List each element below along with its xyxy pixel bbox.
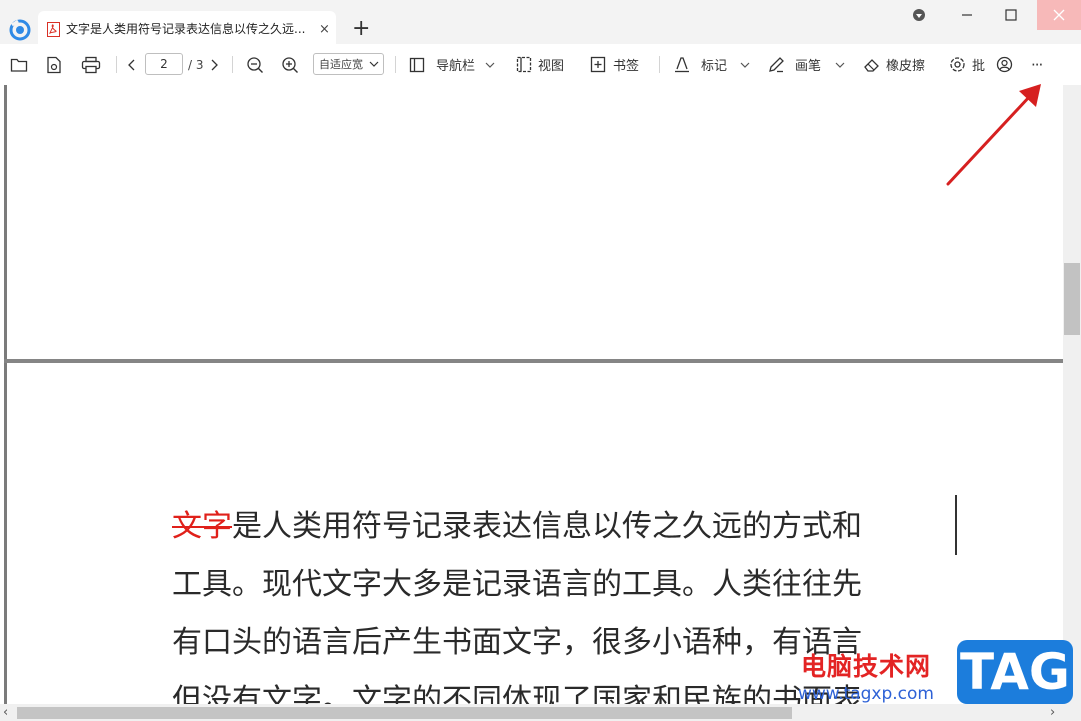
vertical-scroll-thumb[interactable] (1064, 263, 1080, 335)
maximize-button[interactable] (996, 0, 1026, 30)
chevron-right-icon (211, 59, 218, 70)
save-file-icon (47, 56, 61, 73)
zoom-out-icon (247, 56, 263, 73)
pdf-file-icon (47, 22, 60, 37)
toolbar-divider (116, 56, 117, 73)
toolbar-divider (659, 56, 660, 73)
watermark-site-name: 电脑技术网 (801, 652, 932, 681)
zoom-in-button[interactable] (281, 44, 299, 85)
save-button[interactable] (46, 44, 62, 85)
pen-label: 画笔 (795, 59, 822, 74)
toolbar-divider (232, 56, 233, 73)
toolbar-divider (395, 56, 396, 73)
text-cursor (955, 495, 957, 555)
paragraph-line[interactable]: 有口头的语言后产生书面文字，很多小语种，有语言 (172, 628, 862, 658)
account-button[interactable] (996, 44, 1013, 85)
document-view[interactable]: 文字是人类用符号记录表达信息以传之久远的方式和 工具。现代文字大多是记录语言的工… (0, 85, 1063, 704)
document-tab[interactable]: 文字是人类用符号记录表达信息以传之久远... × (38, 11, 336, 47)
bookmark-label: 书签 (613, 59, 640, 74)
eraser-icon (864, 58, 879, 72)
pen-tool-button[interactable]: 画笔 (768, 44, 845, 85)
pen-icon (769, 57, 784, 73)
eraser-tool-button[interactable]: 橡皮擦 (863, 44, 925, 85)
chevron-down-icon (369, 61, 379, 67)
minimize-icon (962, 14, 972, 16)
paragraph-line[interactable]: 文字是人类用符号记录表达信息以传之久远的方式和 (172, 512, 862, 542)
more-options-button[interactable]: ··· (1031, 44, 1043, 85)
highlighter-icon (675, 57, 689, 73)
zoom-mode-value: 自适应宽 (319, 58, 363, 71)
chevron-down-icon (835, 62, 845, 68)
toolbar: / 3 自适应宽 导航栏 (0, 44, 1081, 86)
page-border (4, 85, 7, 704)
tab-close-icon[interactable]: × (319, 23, 330, 36)
maximize-icon (1005, 9, 1017, 21)
nav-panel-label: 导航栏 (436, 59, 476, 74)
app-logo-icon[interactable] (9, 19, 31, 41)
sidebar-panel-icon (409, 57, 425, 72)
gear-icon (950, 57, 965, 72)
page-number-input[interactable] (145, 53, 183, 75)
comment-label: 批 (972, 59, 986, 74)
bookmark-button[interactable]: 书签 (590, 44, 639, 85)
minimize-button[interactable] (952, 0, 982, 30)
scroll-left-arrow-icon[interactable]: ‹ (3, 704, 8, 721)
window-menu-button[interactable] (905, 0, 933, 30)
page-separator (4, 359, 1063, 363)
view-button[interactable]: 视图 (516, 44, 564, 85)
dropdown-circle-icon (913, 9, 925, 21)
nav-panel-button[interactable]: 导航栏 (409, 44, 495, 85)
page-total-label: / 3 (188, 57, 204, 72)
tab-bar: 文字是人类用符号记录表达信息以传之久远... × + (0, 0, 1081, 47)
printer-icon (81, 56, 101, 73)
vertical-scrollbar[interactable] (1063, 85, 1081, 704)
mark-tool-button[interactable]: 标记 (674, 44, 750, 85)
paragraph-line[interactable]: 但没有文字。文字的不同体现了国家和民族的书面表 (172, 686, 862, 705)
zoom-in-icon (282, 56, 298, 73)
watermark-badge-text: TAG (960, 643, 1070, 701)
bookmark-add-icon (590, 56, 606, 73)
close-window-button[interactable] (1037, 0, 1081, 30)
strikethrough-text[interactable]: 文字 (172, 509, 232, 544)
comment-settings-button[interactable]: 批 (949, 44, 985, 85)
user-avatar-icon (996, 56, 1013, 73)
prev-page-button[interactable] (127, 44, 137, 85)
paragraph-text: 是人类用符号记录表达信息以传之久远的方式和 (232, 509, 862, 544)
paragraph-line[interactable]: 工具。现代文字大多是记录语言的工具。人类往往先 (172, 570, 862, 600)
view-page-icon (516, 56, 532, 73)
watermark-url: www.tagxp.com (798, 684, 934, 704)
print-button[interactable] (81, 44, 101, 85)
watermark-badge: TAG (957, 640, 1073, 704)
new-tab-button[interactable]: + (352, 18, 370, 40)
chevron-down-icon (485, 62, 495, 68)
eraser-label: 橡皮擦 (886, 59, 926, 74)
zoom-out-button[interactable] (246, 44, 264, 85)
folder-icon (10, 58, 28, 72)
chevron-down-icon (740, 62, 750, 68)
next-page-button[interactable] (209, 44, 219, 85)
view-label: 视图 (538, 59, 565, 74)
scroll-right-arrow-icon[interactable]: › (1050, 704, 1055, 721)
horizontal-scroll-thumb[interactable] (17, 707, 792, 719)
tab-title: 文字是人类用符号记录表达信息以传之久远... (66, 22, 306, 36)
mark-label: 标记 (701, 59, 728, 74)
close-icon (1053, 9, 1065, 21)
zoom-mode-select[interactable]: 自适应宽 (313, 53, 384, 75)
annotation-arrow-icon (946, 84, 1041, 186)
open-folder-button[interactable] (10, 44, 28, 85)
chevron-left-icon (128, 59, 135, 70)
